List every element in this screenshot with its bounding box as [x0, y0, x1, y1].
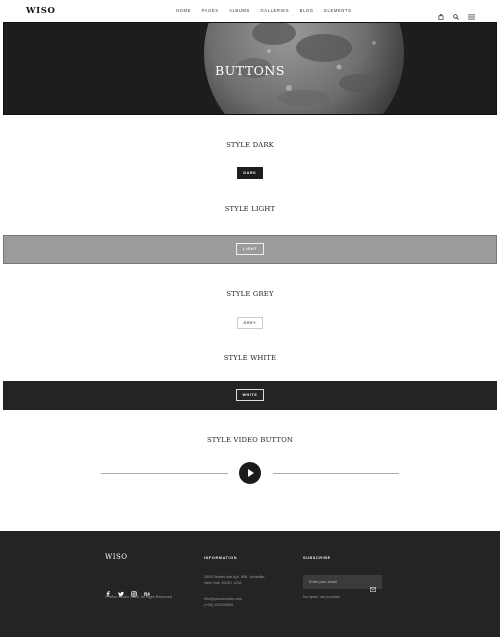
footer-logo[interactable]: WISO — [105, 553, 128, 561]
subscribe-placeholder: Enter your email — [309, 579, 337, 584]
information-heading: INFORMATION — [204, 556, 238, 560]
site-header: WISO HOME PAGES ALBUMS GALLERIES BLOG EL… — [0, 0, 500, 22]
site-footer: WISO Bē © Wiso Studio 2018. All Right Re… — [0, 531, 500, 637]
footer-phone: (+68) 120034509 — [204, 603, 234, 607]
video-line-right — [273, 473, 399, 474]
subscribe-email-input[interactable]: Enter your email — [303, 575, 382, 592]
grey-button[interactable]: GREY — [237, 317, 263, 329]
hero-banner: BUTTONS — [3, 22, 497, 115]
nav-item-galleries[interactable]: GALLERIES — [260, 8, 289, 13]
behance-icon[interactable]: Bē — [144, 584, 150, 597]
mail-icon[interactable] — [370, 579, 376, 592]
search-icon[interactable] — [453, 7, 459, 20]
section-title-grey: STYLE GREY — [226, 290, 274, 298]
section-title-dark: STYLE DARK — [226, 141, 274, 149]
play-video-button[interactable] — [239, 462, 261, 484]
subscribe-note: No spam, we promise. — [303, 595, 341, 599]
facebook-icon[interactable] — [105, 584, 111, 597]
nav-item-home[interactable]: HOME — [176, 8, 191, 13]
section-title-video: STYLE VIDEO BUTTON — [206, 436, 294, 444]
twitter-icon[interactable] — [118, 584, 125, 597]
white-button[interactable]: WHITE — [236, 389, 264, 401]
menu-icon[interactable] — [468, 7, 475, 20]
page-title: BUTTONS — [215, 63, 285, 78]
social-links: Bē — [105, 584, 150, 597]
section-title-white: STYLE WHITE — [223, 354, 277, 362]
footer-email-link[interactable]: info@yourdomain.com — [204, 597, 242, 602]
address-line-1: 2005 Stokes Isle Apt. 896, Venaville, — [204, 575, 266, 579]
address-line-2: New York 10010, USA — [204, 581, 242, 585]
nav-item-elements[interactable]: ELEMENTS — [324, 8, 351, 13]
dark-button[interactable]: DARK — [237, 167, 263, 179]
instagram-icon[interactable] — [131, 584, 137, 597]
nav-item-pages[interactable]: PAGES — [201, 8, 218, 13]
subscribe-heading: SUBSCRIBE — [303, 556, 331, 560]
main-nav: HOME PAGES ALBUMS GALLERIES BLOG ELEMENT… — [176, 8, 362, 13]
copyright-text: © Wiso Studio 2018. All Right Reserved — [105, 595, 172, 599]
nav-item-albums[interactable]: ALBUMS — [229, 8, 250, 13]
nav-item-blog[interactable]: BLOG — [300, 8, 314, 13]
cart-icon[interactable] — [438, 7, 444, 20]
site-logo[interactable]: WISO — [26, 6, 55, 16]
header-icons — [438, 7, 475, 20]
video-line-left — [101, 473, 228, 474]
light-button[interactable]: LIGHT — [236, 243, 264, 255]
section-title-light: STYLE LIGHT — [224, 205, 276, 213]
